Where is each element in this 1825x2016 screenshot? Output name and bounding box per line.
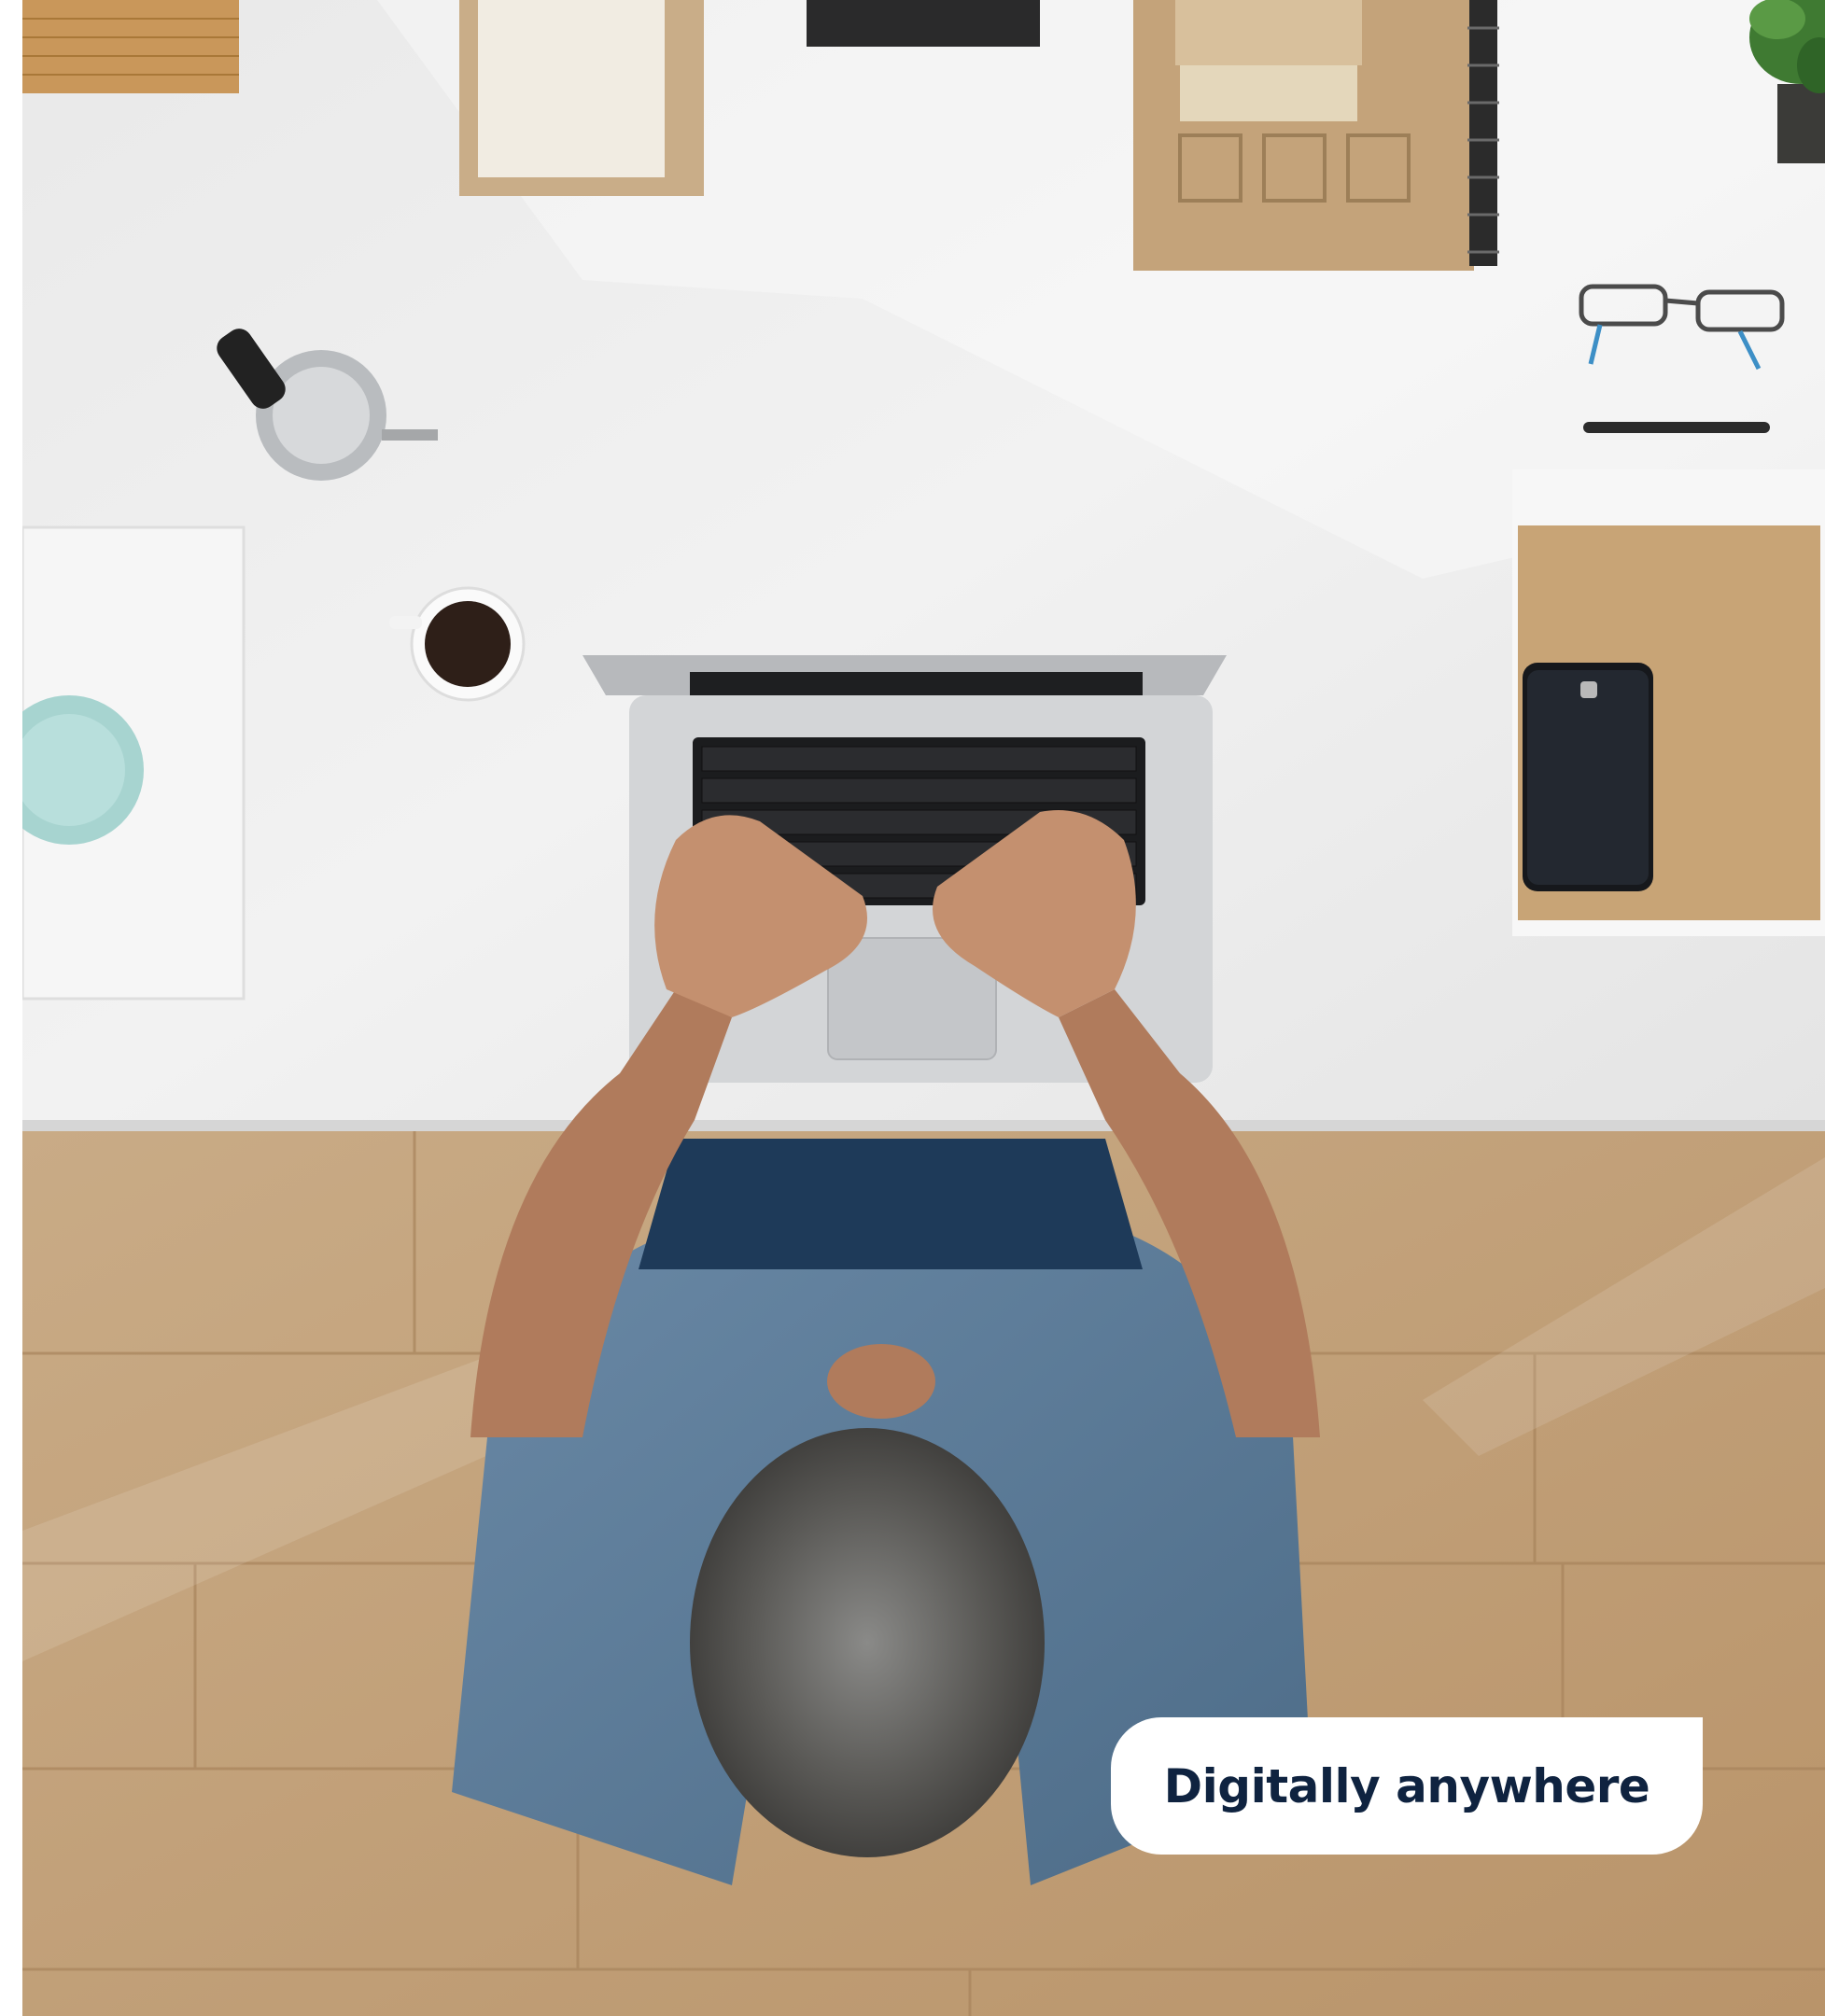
black-box (807, 0, 1040, 47)
caption-badge: Digitally anywhere (1111, 1717, 1703, 1855)
head-hair (690, 1428, 1045, 1857)
hero-photo-frame: Digitally anywhere (22, 0, 1825, 2016)
bamboo-mat (22, 0, 239, 93)
desk-overhead-photo (22, 0, 1825, 2016)
smartphone-icon (1523, 663, 1653, 891)
pen-icon (1583, 422, 1770, 433)
caption-text: Digitally anywhere (1163, 1758, 1650, 1813)
